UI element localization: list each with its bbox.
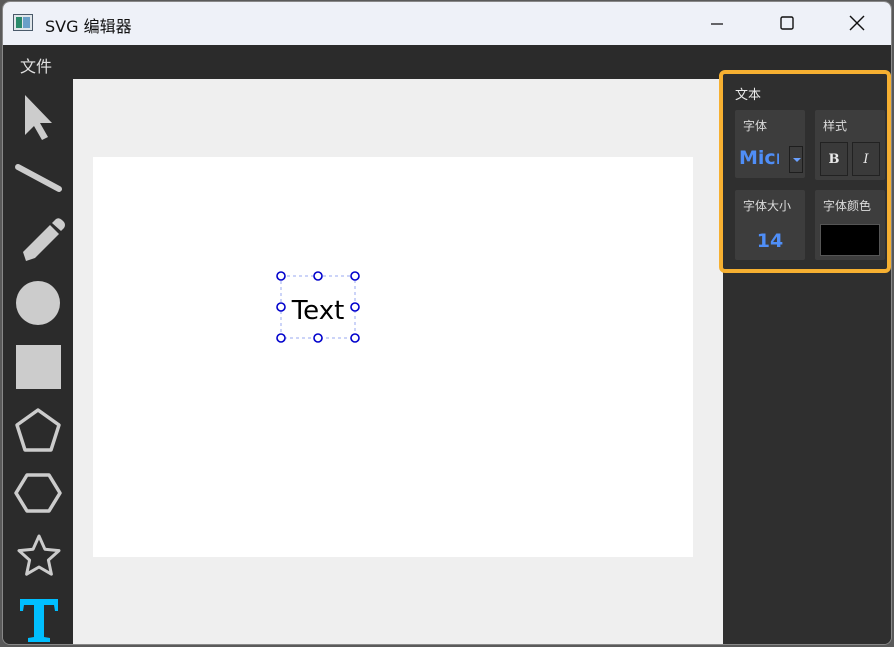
close-button[interactable] [822, 2, 891, 45]
style-label: 样式 [823, 119, 848, 133]
minimize-button[interactable] [682, 2, 752, 45]
pentagon-tool[interactable] [9, 401, 67, 457]
resize-handle[interactable] [276, 271, 286, 281]
star-tool[interactable] [9, 526, 67, 582]
hexagon-icon [14, 473, 62, 513]
pentagon-icon [15, 408, 61, 452]
square-icon [16, 345, 61, 389]
rectangle-tool[interactable] [9, 336, 67, 392]
circle-icon [16, 281, 60, 325]
canvas-area[interactable]: Text [73, 79, 723, 644]
italic-button[interactable]: I [852, 142, 880, 176]
chevron-down-icon [793, 158, 801, 162]
pencil-icon [23, 218, 65, 261]
canvas-text[interactable]: Text [291, 296, 345, 326]
tool-palette [3, 79, 73, 644]
group-title: 文本 [735, 88, 762, 103]
hexagon-tool[interactable] [9, 464, 67, 520]
select-tool[interactable] [9, 89, 67, 145]
text-tool[interactable] [9, 589, 67, 644]
app-window: SVG 编辑器 文件 Text 文本 字体 Mic 样式 B I 字体大小 14… [2, 1, 892, 645]
drawing-canvas[interactable]: Text [93, 157, 693, 557]
font-family-select[interactable]: Micr [739, 147, 779, 169]
text-T-icon [20, 599, 58, 642]
selected-text-element[interactable]: Text [276, 271, 360, 343]
resize-handle[interactable] [313, 333, 323, 343]
bold-button[interactable]: B [820, 142, 848, 176]
app-icon [13, 14, 33, 31]
font-color-label: 字体颜色 [823, 199, 872, 213]
cursor-arrow-icon [25, 95, 52, 140]
resize-handle[interactable] [276, 333, 286, 343]
font-size-label: 字体大小 [743, 199, 792, 213]
maximize-button[interactable] [752, 2, 822, 45]
maximize-icon [780, 16, 794, 30]
font-dropdown-button[interactable] [789, 146, 803, 173]
pencil-tool[interactable] [9, 210, 67, 266]
resize-handle[interactable] [276, 302, 286, 312]
font-cell: 字体 Micr [735, 110, 805, 178]
font-color-cell: 字体颜色 [815, 190, 885, 260]
resize-handle[interactable] [350, 333, 360, 343]
close-icon [849, 15, 865, 31]
resize-handle[interactable] [350, 302, 360, 312]
font-label: 字体 [743, 119, 768, 133]
star-icon [17, 534, 61, 576]
minimize-icon [711, 23, 723, 25]
font-size-cell: 字体大小 14 [735, 190, 805, 260]
font-color-swatch[interactable] [820, 224, 880, 256]
canvas-svg: Text [276, 271, 360, 343]
line-icon [15, 164, 62, 192]
circle-tool[interactable] [9, 273, 67, 329]
font-size-input[interactable]: 14 [735, 230, 805, 252]
line-tool[interactable] [9, 150, 67, 206]
resize-handle[interactable] [313, 271, 323, 281]
title-bar: SVG 编辑器 [3, 2, 891, 45]
resize-handle[interactable] [350, 271, 360, 281]
window-title: SVG 编辑器 [45, 17, 132, 36]
text-properties-group: 文本 字体 Micr 样式 B I 字体大小 14 字体颜色 [719, 70, 891, 273]
menu-file[interactable]: 文件 [20, 53, 52, 77]
style-cell: 样式 B I [815, 110, 885, 180]
